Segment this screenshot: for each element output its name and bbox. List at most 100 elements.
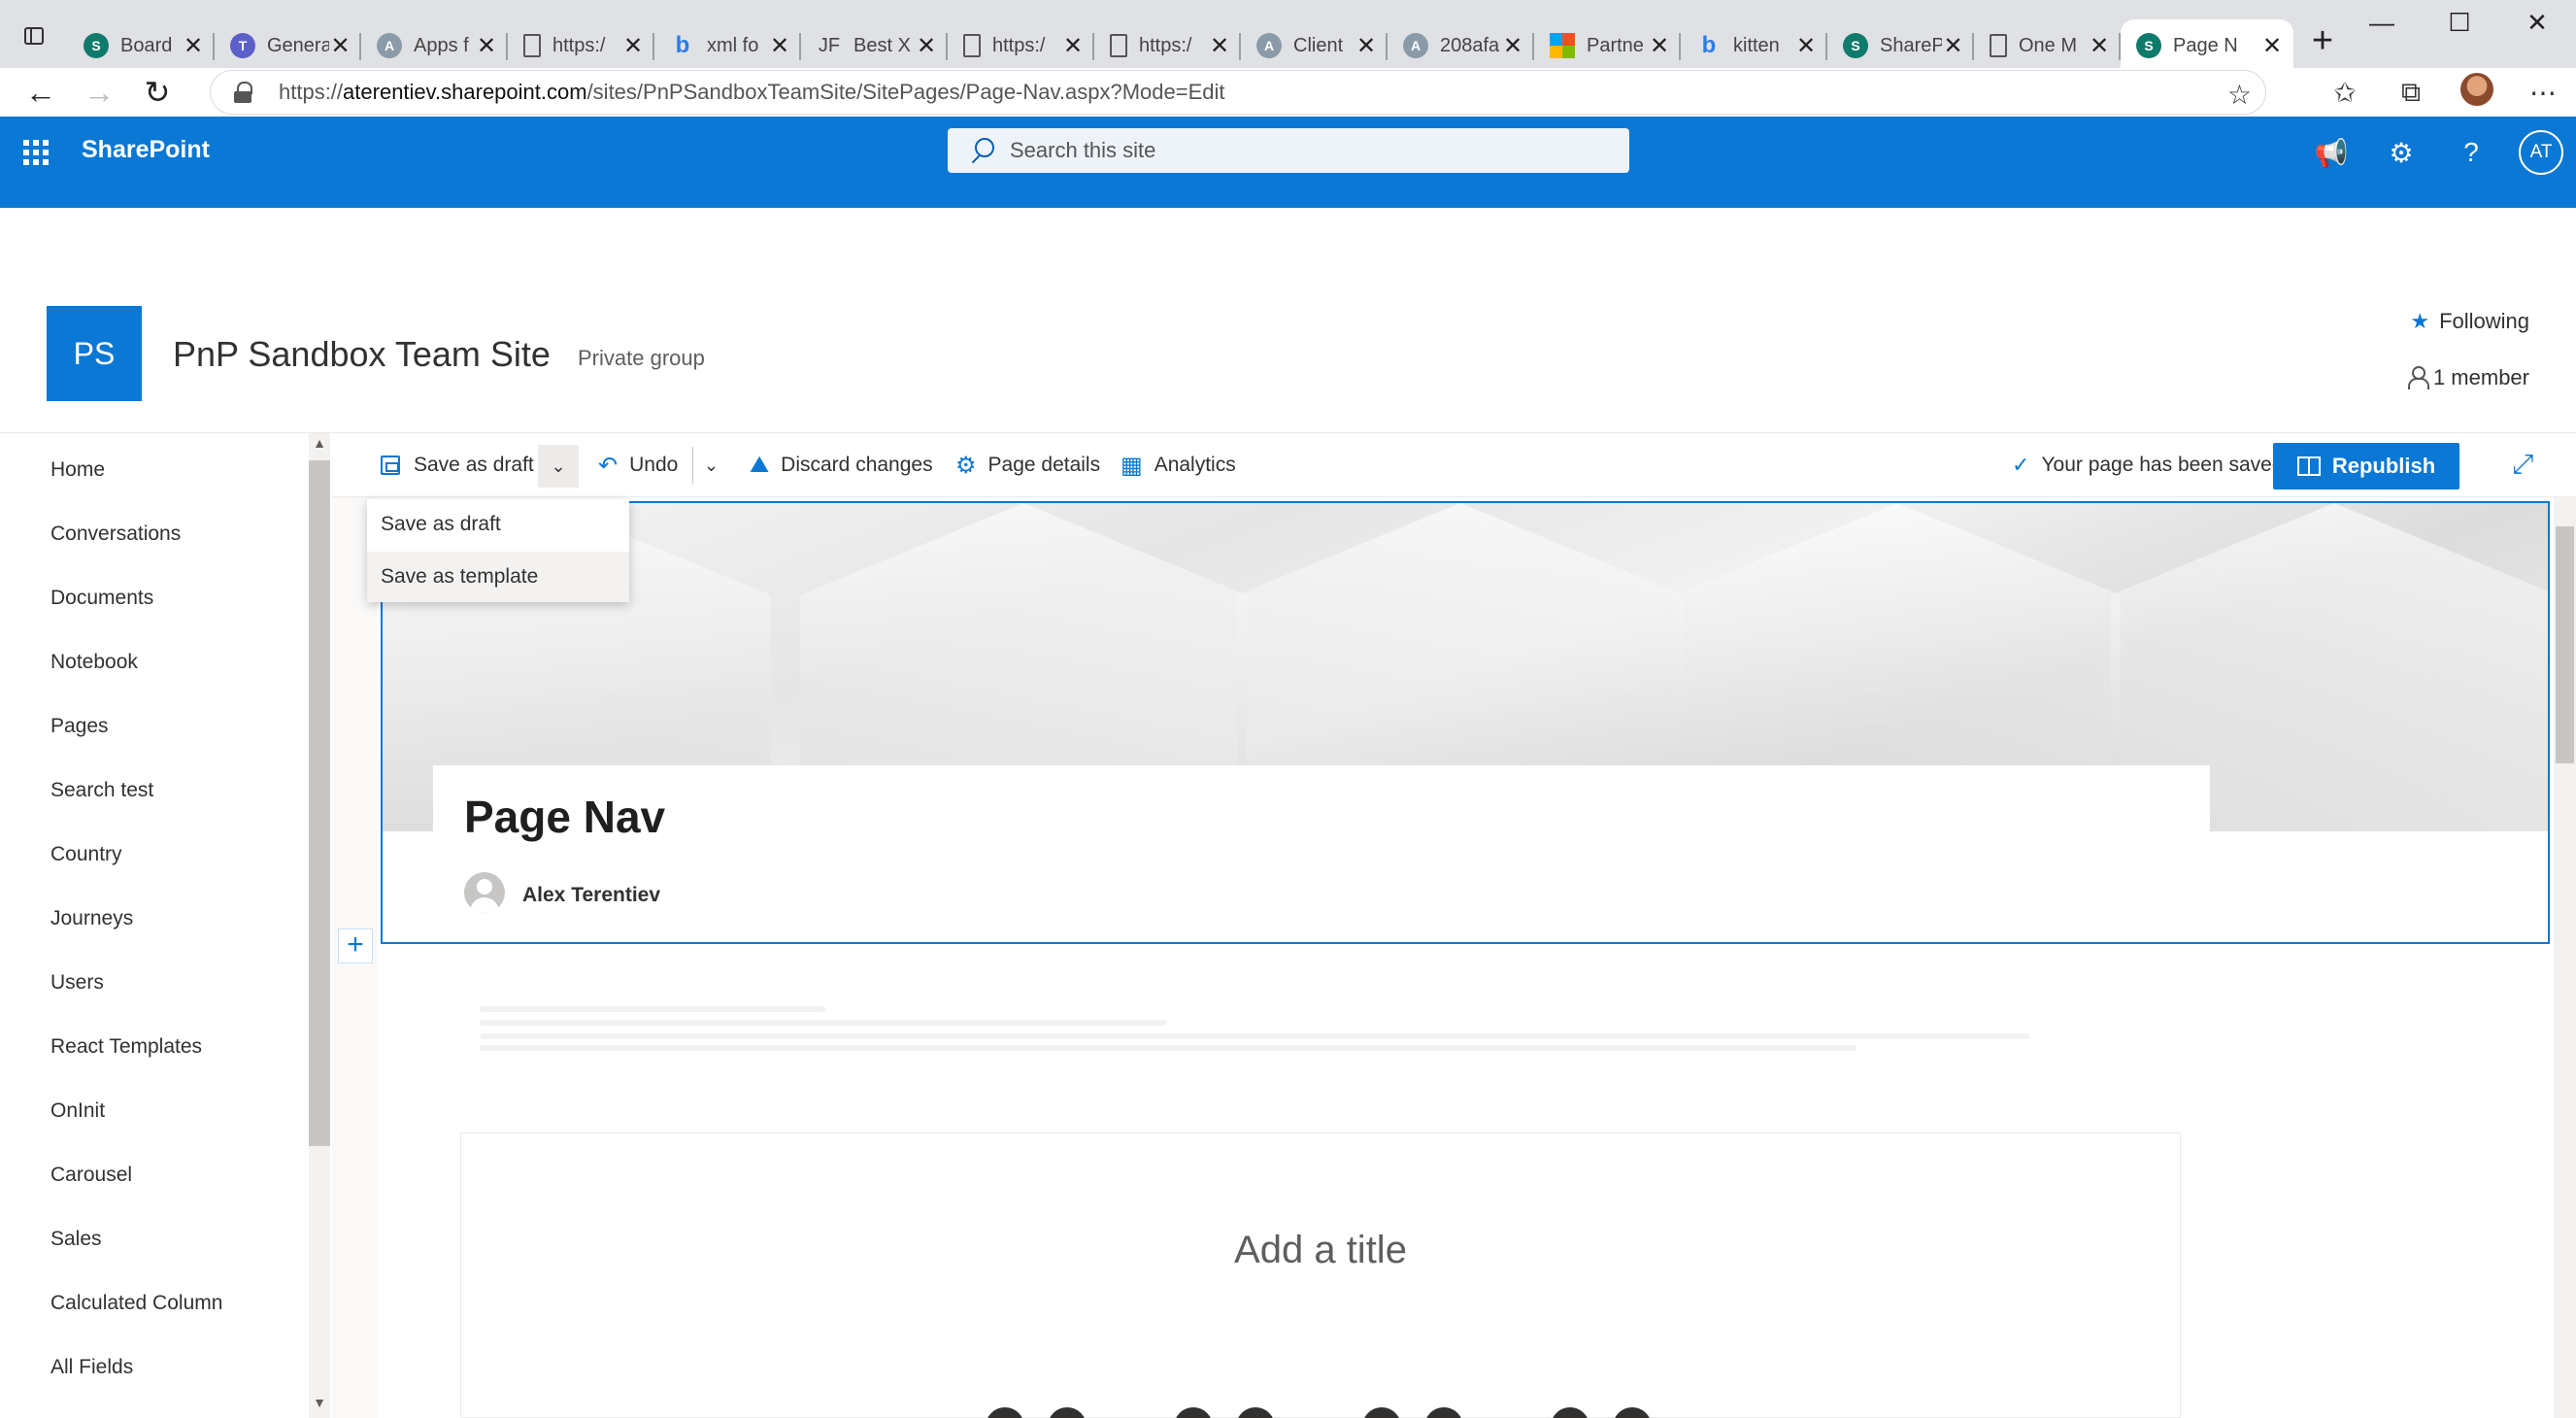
window-close-button[interactable]: ✕ (2498, 0, 2576, 45)
sidebar-item-home[interactable]: Home (50, 458, 105, 482)
close-icon[interactable]: ✕ (1942, 32, 1964, 60)
app-launcher-icon[interactable] (23, 140, 49, 165)
analytics-button[interactable]: ▦ Analytics (1121, 433, 1236, 497)
close-icon[interactable]: ✕ (1794, 32, 1818, 60)
close-icon[interactable]: ✕ (1648, 32, 1671, 60)
collections-icon[interactable]: ⧉ (2378, 77, 2444, 109)
close-icon[interactable]: ✕ (621, 32, 645, 60)
url-prefix: https:// (279, 80, 344, 104)
members-button[interactable]: 1 member (2407, 365, 2529, 390)
web-part-icon (1174, 1407, 1213, 1418)
sidebar-item-journeys[interactable]: Journeys (50, 907, 133, 930)
browser-tab[interactable]: https:/ ✕ (948, 19, 1094, 72)
close-icon[interactable]: ✕ (329, 32, 351, 60)
page-details-button[interactable]: ⚙ Page details (955, 433, 1100, 497)
profile-button[interactable] (2444, 72, 2510, 113)
nav-scroll-down-icon[interactable]: ▼ (309, 1395, 330, 1410)
web-part-icon (1048, 1407, 1087, 1418)
sidebar-item-users[interactable]: Users (50, 971, 104, 995)
close-icon[interactable]: ✕ (1208, 32, 1231, 60)
page-icon (963, 34, 981, 57)
help-icon[interactable]: ? (2436, 137, 2506, 168)
undo-button[interactable]: ↶ Undo (598, 433, 678, 497)
back-button[interactable]: ← (12, 75, 70, 111)
close-icon[interactable]: ✕ (1501, 32, 1524, 60)
sidebar-item-oninit[interactable]: OnInit (50, 1099, 105, 1123)
nav-scroll-up-icon[interactable]: ▲ (309, 435, 330, 451)
sidebar-item-country[interactable]: Country (50, 843, 122, 866)
browser-tab[interactable]: JF Best X ✕ (801, 19, 948, 72)
sidebar-item-sales[interactable]: Sales (50, 1228, 102, 1251)
sharepoint-brand-link[interactable]: SharePoint (82, 136, 210, 164)
add-section-button[interactable]: + (338, 928, 373, 963)
web-part[interactable]: Add a title (460, 1132, 2181, 1418)
url-input[interactable]: https://aterentiev.sharepoint.com/sites/… (210, 70, 2266, 115)
sidebar-item-react-templates[interactable]: React Templates (50, 1035, 202, 1059)
browser-tab[interactable]: A 208afa ✕ (1388, 19, 1534, 72)
sidebar-item-pages[interactable]: Pages (50, 715, 109, 738)
sidebar-item-notebook[interactable]: Notebook (50, 651, 138, 674)
discard-changes-button[interactable]: ⛰ Discard changes (750, 433, 933, 497)
forward-button[interactable]: → (70, 75, 128, 111)
more-icon[interactable]: ⋯ (2510, 77, 2576, 109)
account-button[interactable]: AT (2506, 130, 2576, 175)
sidebar-item-carousel[interactable]: Carousel (50, 1164, 132, 1187)
close-icon[interactable]: ✕ (2260, 32, 2284, 60)
close-icon[interactable]: ✕ (768, 32, 791, 60)
lock-icon[interactable] (234, 82, 252, 103)
browser-tab[interactable]: A Client ✕ (1241, 19, 1388, 72)
close-icon[interactable]: ✕ (182, 32, 205, 60)
site-title[interactable]: PnP Sandbox Team Site (173, 334, 551, 375)
browser-tab[interactable]: https:/ ✕ (508, 19, 654, 72)
minimize-button[interactable]: — (2343, 0, 2421, 45)
browser-tab[interactable]: S ShareP ✕ (1827, 19, 1974, 72)
tab-label: kitten (1733, 34, 1780, 56)
save-options-chevron-button[interactable]: ⌄ (538, 445, 579, 488)
close-icon[interactable]: ✕ (475, 32, 498, 60)
close-icon[interactable]: ✕ (1061, 32, 1085, 60)
browser-tab[interactable]: S Board ✕ (68, 19, 215, 72)
sidebar-item-all-fields[interactable]: All Fields (50, 1356, 133, 1379)
author-name[interactable]: Alex Terentiev (522, 884, 660, 907)
browser-tab[interactable]: S Page N ✕ (2121, 19, 2293, 72)
site-logo[interactable]: PS (47, 306, 142, 401)
browser-tab[interactable]: b xml fo ✕ (654, 19, 801, 72)
refresh-button[interactable]: ↻ (128, 74, 186, 111)
browser-tab[interactable]: b kitten ✕ (1681, 19, 1827, 72)
save-as-draft-button[interactable]: Save as draft (381, 433, 534, 497)
close-icon[interactable]: ✕ (2088, 32, 2111, 60)
close-icon[interactable]: ✕ (915, 32, 938, 60)
site-search-input[interactable]: Search this site (948, 128, 1629, 173)
gear-icon[interactable]: ⚙ (2366, 137, 2436, 169)
browser-tab[interactable]: One M ✕ (1974, 19, 2121, 72)
browser-tab[interactable]: A Apps f ✕ (361, 19, 508, 72)
sidebar-item-documents[interactable]: Documents (50, 587, 153, 610)
url-host: aterentiev.sharepoint.com (343, 80, 587, 104)
following-button[interactable]: ★ Following (2410, 309, 2529, 334)
megaphone-icon[interactable]: 📢 (2296, 137, 2366, 169)
browser-tab[interactable]: T Genera ✕ (215, 19, 361, 72)
sidebar-item-calculated-column[interactable]: Calculated Column (50, 1292, 222, 1315)
undo-options-button[interactable]: ⌄ (704, 433, 719, 497)
maximize-button[interactable]: ☐ (2421, 0, 2498, 45)
nav-scrollbar-thumb[interactable] (309, 460, 330, 1146)
page-title[interactable]: Page Nav (464, 791, 665, 843)
avatar: AT (2519, 130, 2563, 175)
favorites-icon[interactable]: ✩ (2312, 77, 2378, 109)
menu-item-save-as-template[interactable]: Save as template (367, 552, 629, 602)
add-favorite-icon[interactable]: ☆ (2227, 79, 2252, 111)
expand-icon[interactable]: ⤢ (2512, 449, 2533, 481)
add-title-placeholder[interactable]: Add a title (461, 1229, 2180, 1272)
menu-item-save-as-draft[interactable]: Save as draft (367, 499, 629, 550)
canvas-scrollbar-thumb[interactable] (2556, 526, 2574, 763)
sidebar-item-search-test[interactable]: Search test (50, 779, 153, 802)
tab-label: Best X (853, 34, 911, 56)
tab-label: Genera (267, 34, 329, 56)
browser-tab[interactable]: Partne ✕ (1534, 19, 1681, 72)
title-region[interactable]: Page Nav Alex Terentiev (381, 501, 2550, 944)
close-icon[interactable]: ✕ (1355, 32, 1378, 60)
sidebar-item-conversations[interactable]: Conversations (50, 523, 181, 546)
republish-button[interactable]: Republish (2273, 443, 2459, 490)
tab-actions-button[interactable] (0, 0, 68, 72)
browser-tab[interactable]: https:/ ✕ (1094, 19, 1241, 72)
